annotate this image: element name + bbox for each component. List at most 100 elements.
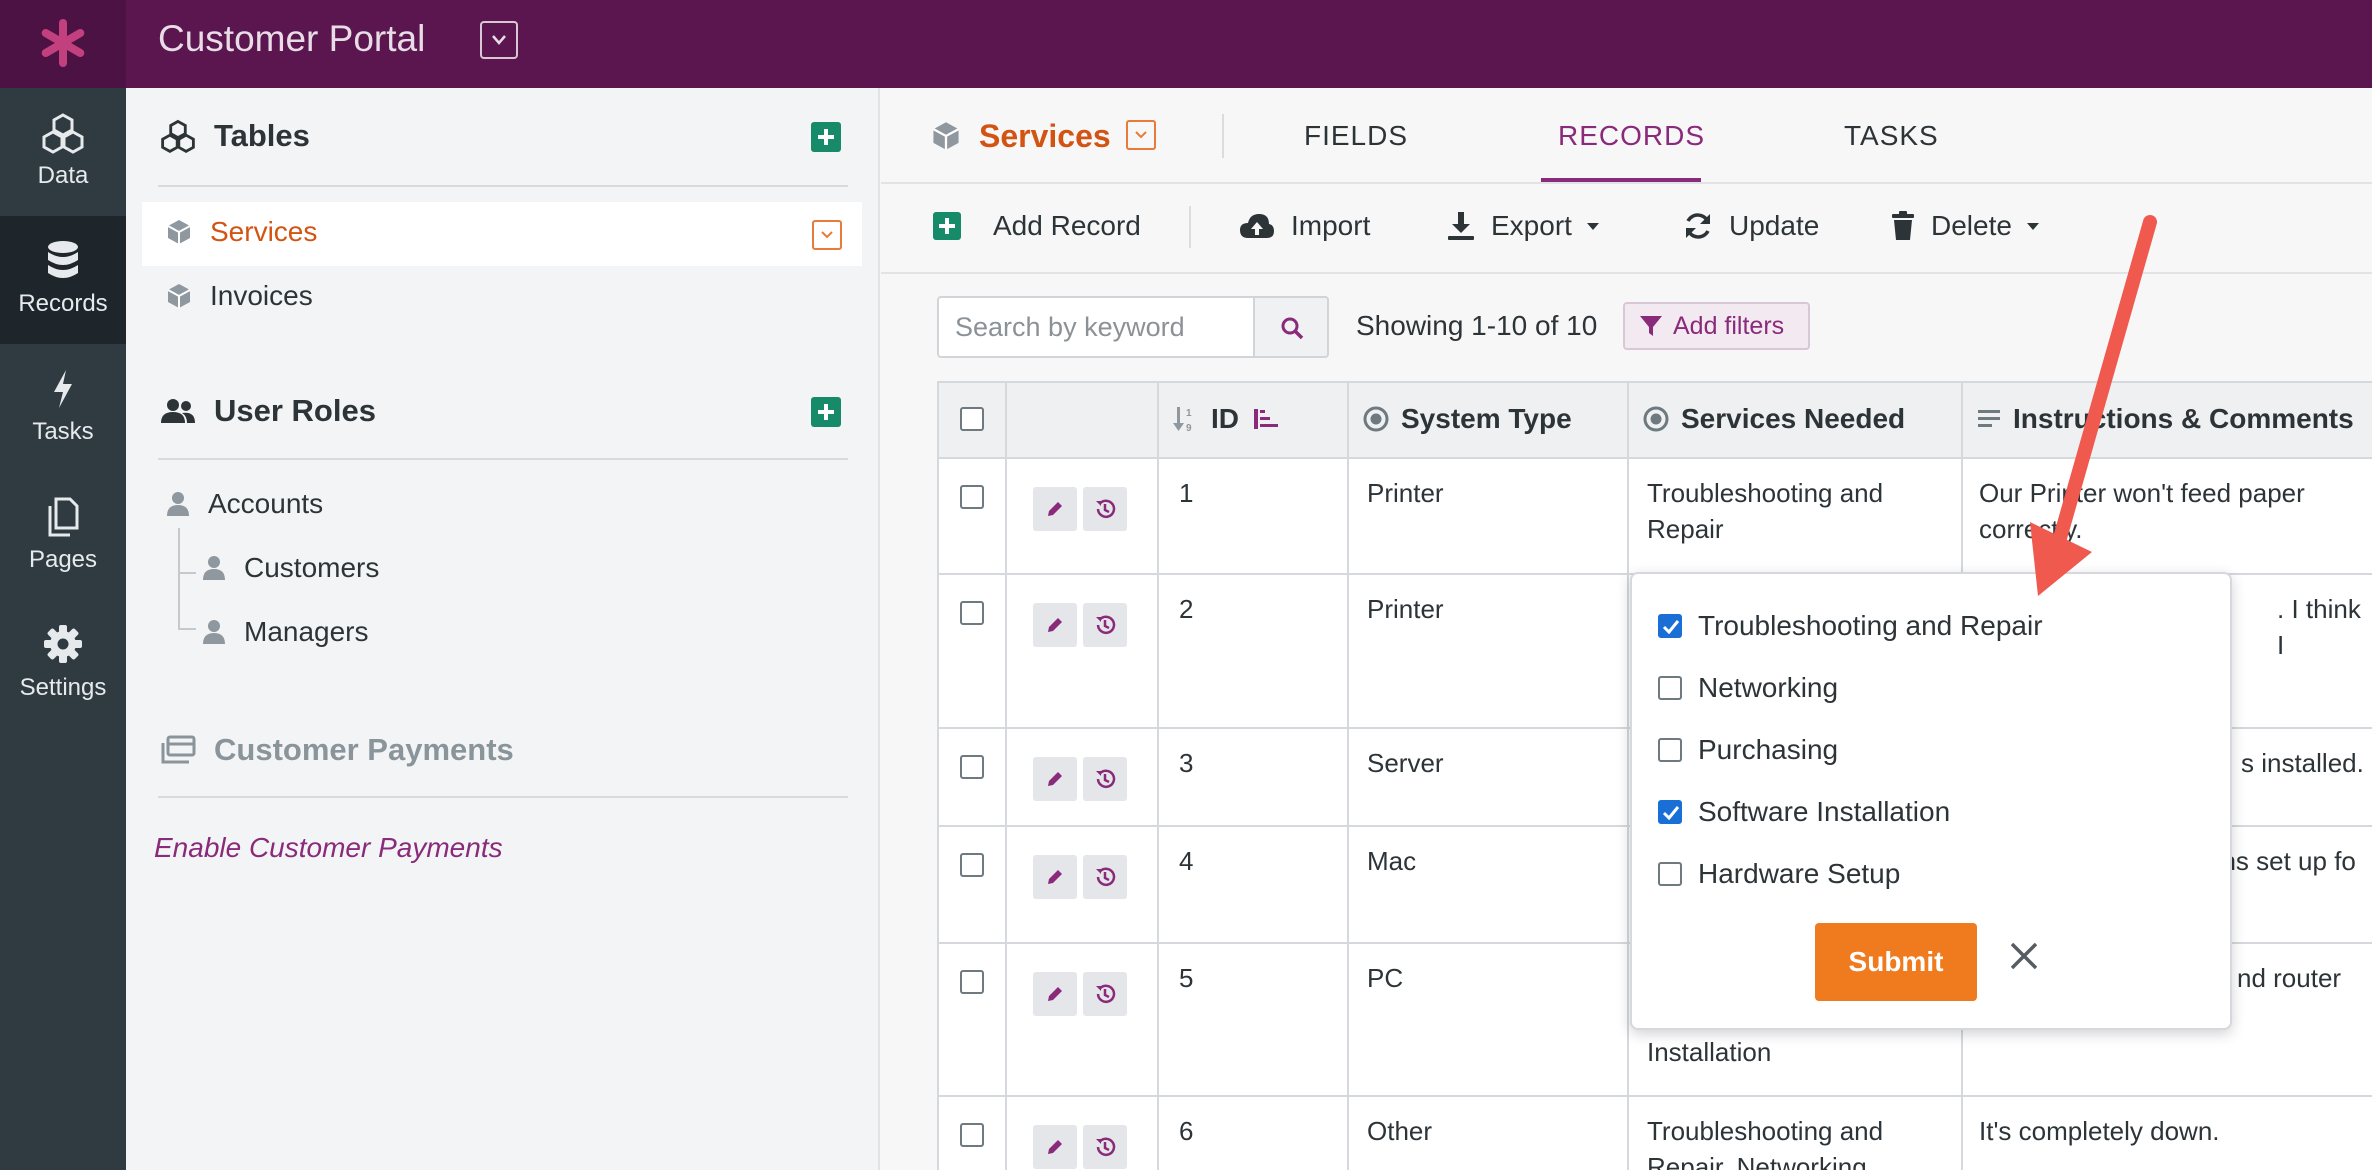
history-icon [1096, 615, 1116, 635]
record-history-button[interactable] [1083, 855, 1127, 899]
record-history-button[interactable] [1083, 1125, 1127, 1169]
option-checkbox[interactable] [1658, 862, 1682, 886]
row-checkbox[interactable] [960, 853, 984, 877]
cell-system-type[interactable]: PC [1367, 960, 1403, 996]
edit-record-button[interactable] [1033, 855, 1077, 899]
cube-icon [932, 122, 960, 150]
column-header-instructions[interactable]: Instructions & Comments [1977, 403, 2354, 435]
option-networking[interactable]: Networking [1658, 672, 1838, 704]
record-history-button[interactable] [1083, 972, 1127, 1016]
app-menu-button[interactable] [480, 21, 518, 59]
edit-record-button[interactable] [1033, 487, 1077, 531]
cell-id[interactable]: 3 [1179, 745, 1193, 781]
cell-system-type[interactable]: Printer [1367, 475, 1444, 511]
option-hardware-setup[interactable]: Hardware Setup [1658, 858, 1900, 890]
add-role-button[interactable] [811, 397, 841, 427]
column-header-label: ID [1211, 403, 1239, 434]
cell-id[interactable]: 4 [1179, 843, 1193, 879]
delete-button[interactable]: Delete [1891, 210, 2040, 242]
column-header-label: System Type [1401, 403, 1572, 434]
cell-system-type[interactable]: Other [1367, 1113, 1432, 1149]
search-button[interactable] [1253, 296, 1329, 358]
edit-record-button[interactable] [1033, 603, 1077, 647]
edit-record-button[interactable] [1033, 972, 1077, 1016]
add-record-button[interactable]: Add Record [933, 210, 1141, 242]
select-all-checkbox[interactable] [960, 407, 984, 431]
column-header-services-needed[interactable]: Services Needed [1643, 403, 1905, 435]
app-logo[interactable] [0, 0, 126, 88]
enable-payments-link[interactable]: Enable Customer Payments [154, 832, 503, 864]
table-options-button[interactable] [812, 220, 842, 250]
table-menu-button[interactable] [1126, 120, 1156, 150]
option-purchasing[interactable]: Purchasing [1658, 734, 1838, 766]
close-button[interactable] [2006, 938, 2042, 974]
record-history-button[interactable] [1083, 603, 1127, 647]
import-button[interactable]: Import [1239, 210, 1370, 242]
edit-record-button[interactable] [1033, 1125, 1077, 1169]
column-header-id[interactable]: 19 ID [1173, 403, 1279, 435]
cell-line: Our Printer won't feed paper [1979, 478, 2305, 508]
cell-id[interactable]: 6 [1179, 1113, 1193, 1149]
sidebar-item-managers[interactable]: Managers [202, 616, 369, 648]
row-checkbox[interactable] [960, 1123, 984, 1147]
caret-down-icon [2026, 223, 2039, 230]
add-filters-button[interactable]: Add filters [1623, 302, 1810, 350]
cell-comments[interactable]: nd router [2237, 960, 2341, 996]
submit-button[interactable]: Submit [1815, 923, 1977, 1001]
pages-icon [48, 497, 79, 537]
nav-item-tasks[interactable]: Tasks [0, 344, 126, 472]
option-troubleshooting-repair[interactable]: Troubleshooting and Repair [1658, 610, 2043, 642]
pencil-icon [1048, 987, 1062, 1001]
option-checkbox[interactable] [1658, 800, 1682, 824]
export-button[interactable]: Export [1447, 210, 1600, 242]
cell-comments[interactable]: . I think I [2277, 591, 2372, 663]
option-software-installation[interactable]: Software Installation [1658, 796, 1950, 828]
cell-services-needed[interactable]: Troubleshooting and Repair [1647, 475, 1883, 547]
tab-records[interactable]: RECORDS [1558, 120, 1705, 152]
sidebar-item-label: Customers [244, 552, 380, 583]
row-checkbox[interactable] [960, 485, 984, 509]
record-history-button[interactable] [1083, 757, 1127, 801]
divider [1222, 114, 1224, 158]
option-checkbox[interactable] [1658, 738, 1682, 762]
record-history-button[interactable] [1083, 487, 1127, 531]
tab-fields[interactable]: FIELDS [1304, 120, 1408, 152]
option-checkbox[interactable] [1658, 614, 1682, 638]
nav-item-settings[interactable]: Settings [0, 600, 126, 728]
add-table-button[interactable] [811, 122, 841, 152]
cell-system-type[interactable]: Server [1367, 745, 1444, 781]
history-icon [1096, 769, 1116, 789]
caret-down-icon [1586, 223, 1599, 230]
nav-item-records[interactable]: Records [0, 216, 126, 344]
edit-record-button[interactable] [1033, 757, 1077, 801]
history-icon [1096, 867, 1116, 887]
gear-icon [44, 625, 82, 663]
cell-services-needed[interactable]: Troubleshooting and Repair, Networking [1647, 1113, 1883, 1170]
sidebar-item-customers[interactable]: Customers [202, 552, 379, 584]
sidebar-item-invoices[interactable]: Invoices [166, 280, 313, 312]
row-checkbox[interactable] [960, 970, 984, 994]
nav-item-data[interactable]: Data [0, 88, 126, 216]
sidebar-item-services[interactable]: Services [142, 202, 862, 266]
tabs-row: Services FIELDS RECORDS TASKS [881, 88, 2372, 184]
cell-id[interactable]: 5 [1179, 960, 1193, 996]
cube-icon [167, 284, 191, 308]
option-checkbox[interactable] [1658, 676, 1682, 700]
nav-item-pages[interactable]: Pages [0, 472, 126, 600]
cell-comments[interactable]: s installed. [2241, 745, 2364, 781]
column-header-system-type[interactable]: System Type [1363, 403, 1572, 435]
row-checkbox[interactable] [960, 601, 984, 625]
search-input[interactable] [939, 298, 1253, 356]
cell-id[interactable]: 1 [1179, 475, 1193, 511]
cell-id[interactable]: 2 [1179, 591, 1193, 627]
cell-services-needed[interactable]: Installation [1647, 1034, 1771, 1070]
cell-system-type[interactable]: Mac [1367, 843, 1416, 879]
tab-tasks[interactable]: TASKS [1844, 120, 1939, 152]
cell-comments[interactable]: Our Printer won't feed paper correctly. [1979, 475, 2305, 547]
cell-system-type[interactable]: Printer [1367, 591, 1444, 627]
sidebar-item-accounts[interactable]: Accounts [166, 488, 323, 520]
cell-comments[interactable]: It's completely down. [1979, 1113, 2220, 1149]
row-checkbox[interactable] [960, 755, 984, 779]
update-button[interactable]: Update [1683, 210, 1819, 242]
update-label: Update [1729, 210, 1820, 241]
